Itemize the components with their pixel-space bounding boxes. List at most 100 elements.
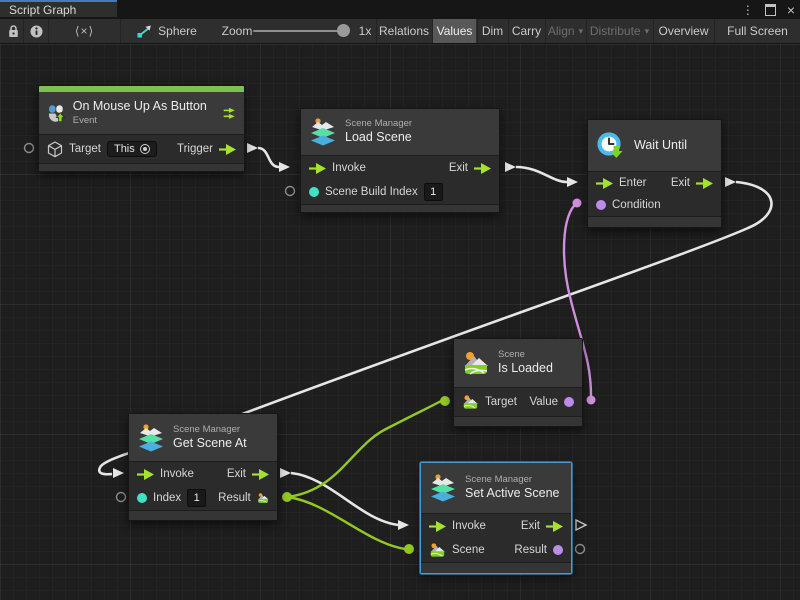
node-title: Load Scene [345,130,412,146]
port-label-exit: Exit [521,520,540,532]
maximize-icon[interactable] [765,4,776,16]
scene-build-index-field[interactable]: 1 [424,183,443,201]
port-empty-getscene-index[interactable] [117,493,126,502]
port-endpoint-load-invoke-in[interactable] [279,162,290,172]
port-endpoint-isloaded-value-out[interactable] [587,396,596,405]
node-subtitle: Scene Manager [345,118,412,130]
value-port-scene-build-index[interactable] [309,187,319,197]
port-label-value: Value [529,396,558,408]
port-endpoint-getscene-result-out[interactable] [282,492,292,502]
port-empty-setactive-result[interactable] [576,545,585,554]
zoom-slider[interactable] [253,19,353,43]
lock-button[interactable] [4,19,24,43]
zoom-value: 1x [356,19,374,43]
scene-mini-icon [462,394,479,410]
port-label-exit: Exit [227,468,246,480]
port-endpoint-setactive-invoke-in[interactable] [398,520,409,530]
distribute-dropdown[interactable]: Distribute ▾ [586,19,652,43]
graph-canvas[interactable]: On Mouse Up As Button Event Target This … [0,44,800,600]
node-footer [129,510,277,520]
flow-port-invoke-in[interactable] [429,521,446,532]
node-set-active-scene[interactable]: Scene Manager Set Active Scene Invoke Ex… [420,462,572,574]
scene-mini-icon [257,490,269,506]
node-is-loaded[interactable]: Scene Is Loaded Target Value [453,338,583,427]
node-load-scene[interactable]: Scene Manager Load Scene Invoke Exit Sce… [300,108,500,213]
align-dropdown[interactable]: Align ▾ [545,19,585,43]
node-footer [454,416,582,426]
relations-button[interactable]: Relations [376,19,431,43]
window-menu-icon[interactable]: ⋮ [742,4,754,16]
graph-toolbar: ⟨×⟩ Sphere Zoom 1x Relations Values Dim … [0,19,800,44]
node-footer [301,204,499,212]
info-icon [30,25,43,38]
port-empty-scene-build-index[interactable] [286,187,295,196]
port-label-trigger: Trigger [177,143,213,155]
node-on-mouse-up-as-button[interactable]: On Mouse Up As Button Event Target This … [38,85,245,172]
node-footer [39,163,244,171]
info-button[interactable] [24,19,49,43]
node-subtitle: Scene Manager [173,424,247,436]
index-field[interactable]: 1 [187,489,206,507]
port-label-scene-build-index: Scene Build Index [325,186,418,198]
node-title: Is Loaded [498,361,553,377]
port-endpoint-setactive-scene-in[interactable] [404,544,414,554]
port-label-result: Result [218,492,251,504]
flow-port-invoke-in[interactable] [137,469,154,480]
scene-icon [462,350,490,376]
node-subtitle: Event [73,115,207,127]
port-endpoint-getscene-invoke-in[interactable] [113,468,124,478]
port-endpoint-wait-exit-out[interactable] [725,177,736,187]
chevron-down-icon: ▾ [645,26,650,37]
port-endpoint-wait-condition-in[interactable] [573,199,582,208]
value-port-condition[interactable] [596,200,606,210]
graph-owner-indicator[interactable]: Sphere [130,19,204,43]
node-get-scene-at[interactable]: Scene Manager Get Scene At Invoke Exit I… [128,413,278,521]
port-endpoint-getscene-exit-out[interactable] [280,468,291,478]
port-endpoint-wait-enter-in[interactable] [567,177,578,187]
flow-port-invoke-in[interactable] [309,163,326,174]
port-label-condition: Condition [612,199,661,211]
flow-port-exit-out[interactable] [546,521,563,532]
carry-button[interactable]: Carry [508,19,544,43]
flow-port-trigger-out[interactable] [219,144,236,155]
coroutine-arrows-icon [223,105,236,122]
zoom-slider-handle[interactable] [337,24,350,37]
object-picker-icon[interactable] [140,144,150,154]
port-endpoint-isloaded-target-in[interactable] [440,396,450,406]
graph-owner-label: Sphere [158,24,197,38]
port-label-invoke: Invoke [332,162,366,174]
overview-button[interactable]: Overview [653,19,713,43]
port-empty-setactive-exit[interactable] [576,520,586,530]
value-port-result-out[interactable] [553,545,563,555]
flow-port-exit-out[interactable] [696,178,713,189]
full-screen-button[interactable]: Full Screen [714,19,800,43]
port-label-index: Index [153,492,181,504]
node-title: Get Scene At [173,436,247,452]
code-view-button[interactable]: ⟨×⟩ [49,19,121,43]
port-label-scene: Scene [452,544,485,556]
port-endpoint-load-exit-out[interactable] [505,162,516,172]
flow-port-exit-out[interactable] [252,469,269,480]
port-label-enter: Enter [619,177,647,189]
port-label-invoke: Invoke [160,468,194,480]
flow-port-enter-in[interactable] [596,178,613,189]
wire-getscene-exit-to-setactive-invoke [291,473,398,525]
dim-button[interactable]: Dim [477,19,507,43]
graph-icon [137,25,152,38]
port-endpoint-trigger-out[interactable] [247,143,258,153]
mouse-up-icon [47,100,65,127]
wire-load-exit-to-wait-enter [516,167,567,182]
flow-port-exit-out[interactable] [474,163,491,174]
node-wait-until[interactable]: Wait Until Enter Exit Condition [587,119,722,228]
zoom-slider-track[interactable] [253,30,349,32]
value-port-value-out[interactable] [564,397,574,407]
close-icon[interactable]: × [787,3,795,17]
target-value-field[interactable]: This [107,141,157,157]
zoom-label: Zoom [222,19,252,43]
port-label-exit: Exit [671,177,690,189]
value-port-index[interactable] [137,493,147,503]
port-label-result: Result [514,544,547,556]
tab-script-graph[interactable]: Script Graph [0,0,117,17]
port-empty-mouseup-target[interactable] [25,144,34,153]
values-button[interactable]: Values [432,19,476,43]
